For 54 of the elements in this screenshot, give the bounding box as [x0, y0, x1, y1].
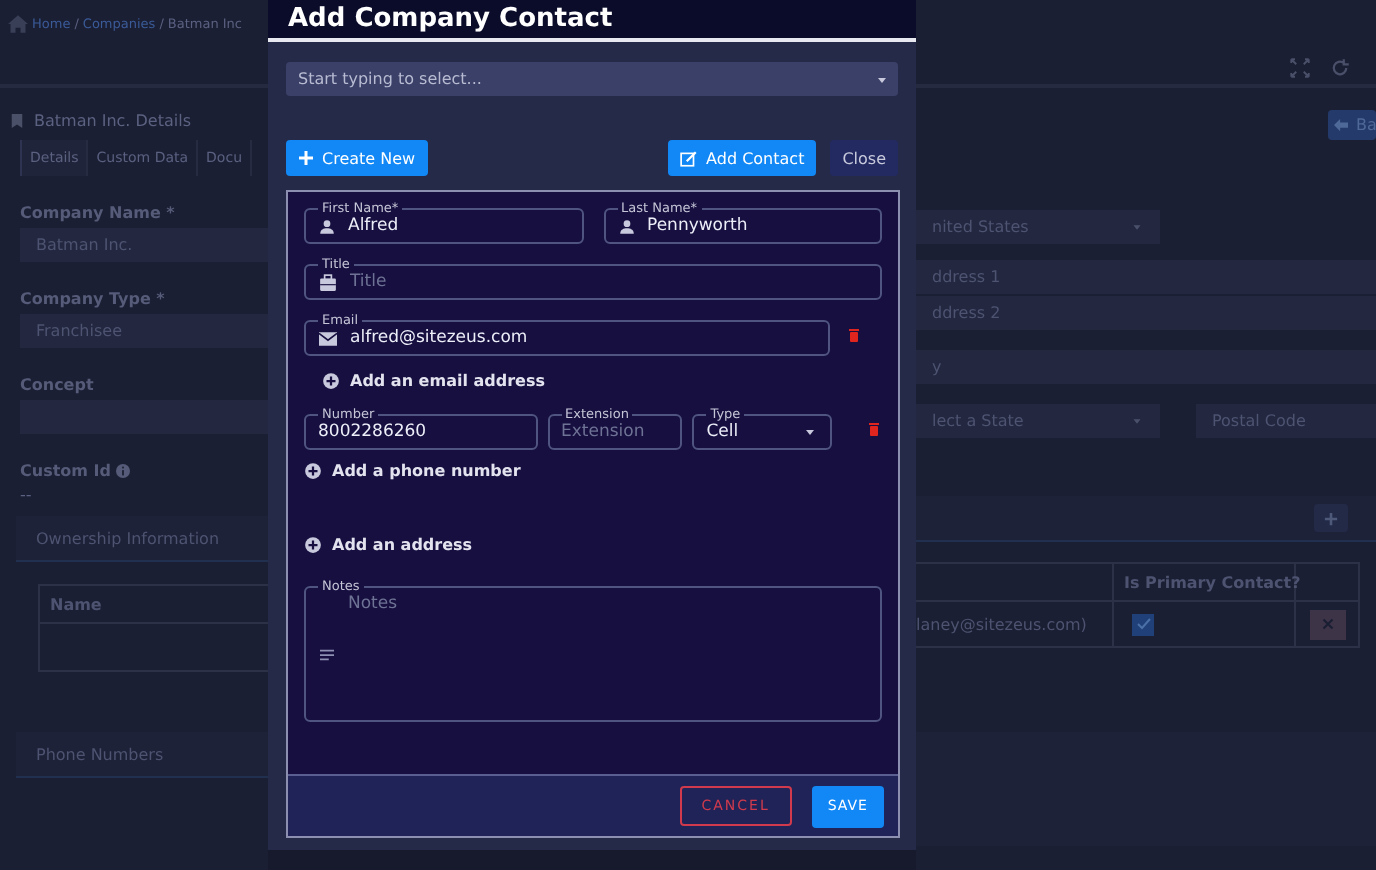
field-value: --: [20, 486, 34, 504]
add-button[interactable]: [1314, 504, 1348, 532]
section-title: Phone Numbers: [36, 745, 164, 763]
column-header: Name: [38, 584, 268, 624]
field-label: Custom Id: [20, 462, 111, 480]
info-icon: [116, 464, 131, 478]
refresh-icon: [1330, 58, 1350, 78]
select-input[interactable]: Cell: [706, 422, 791, 442]
field-label: Company Name *: [20, 204, 177, 222]
close-button[interactable]: Close: [830, 140, 898, 176]
trash-icon: [866, 419, 882, 437]
remove-button[interactable]: [1310, 609, 1346, 639]
checkbox[interactable]: [1132, 613, 1154, 635]
lines-icon: [318, 647, 336, 661]
person-icon: [617, 217, 635, 235]
dialog-title: Add Company Contact: [288, 4, 613, 34]
check-icon: [1135, 616, 1151, 632]
plus-circle-icon: [322, 372, 340, 390]
add-phone-link[interactable]: Add a phone number: [304, 462, 882, 480]
text-input[interactable]: Pennyworth: [647, 216, 868, 236]
plus-icon: [298, 150, 314, 166]
field-label: Company Type *: [20, 290, 167, 308]
text-input[interactable]: Alfred: [348, 216, 569, 236]
bookmark-icon: [10, 112, 24, 130]
trash-icon: [846, 325, 862, 343]
person-icon: [318, 217, 336, 235]
add-email-link[interactable]: Add an email address: [322, 372, 882, 390]
section-title: Ownership Information: [36, 529, 220, 547]
expand-icon: [1290, 58, 1310, 78]
panel-title: Batman Inc. Details: [34, 112, 191, 130]
plus-icon: [1324, 511, 1338, 525]
text-input[interactable]: Title: [350, 272, 868, 292]
briefcase-icon: [318, 273, 338, 291]
home-icon: [8, 14, 28, 34]
caret-icon: [1130, 414, 1144, 428]
edit-icon: [680, 149, 699, 167]
text-input[interactable]: 8002286260: [318, 422, 524, 442]
plus-circle-icon: [304, 462, 322, 480]
arrow-left-icon: [1334, 118, 1348, 132]
caret-icon: [802, 424, 819, 440]
add-address-link[interactable]: Add an address: [304, 536, 882, 554]
close-icon: [1322, 618, 1334, 630]
text-input[interactable]: Extension: [561, 422, 669, 442]
contact-select[interactable]: Start typing to select...: [286, 62, 898, 96]
text-input[interactable]: alfred@sitezeus.com: [350, 328, 816, 348]
table-cell: laney@sitezeus.com): [916, 602, 1114, 648]
notes-textarea[interactable]: Notes: [348, 594, 868, 714]
field-label: Concept: [20, 376, 96, 394]
add-contact-button[interactable]: Add Contact: [668, 140, 817, 176]
plus-circle-icon: [304, 536, 322, 554]
caret-icon: [1130, 220, 1144, 234]
column-header: Is Primary Contact?: [1114, 562, 1296, 602]
create-new-button[interactable]: Create New: [286, 140, 428, 176]
envelope-icon: [318, 329, 338, 347]
